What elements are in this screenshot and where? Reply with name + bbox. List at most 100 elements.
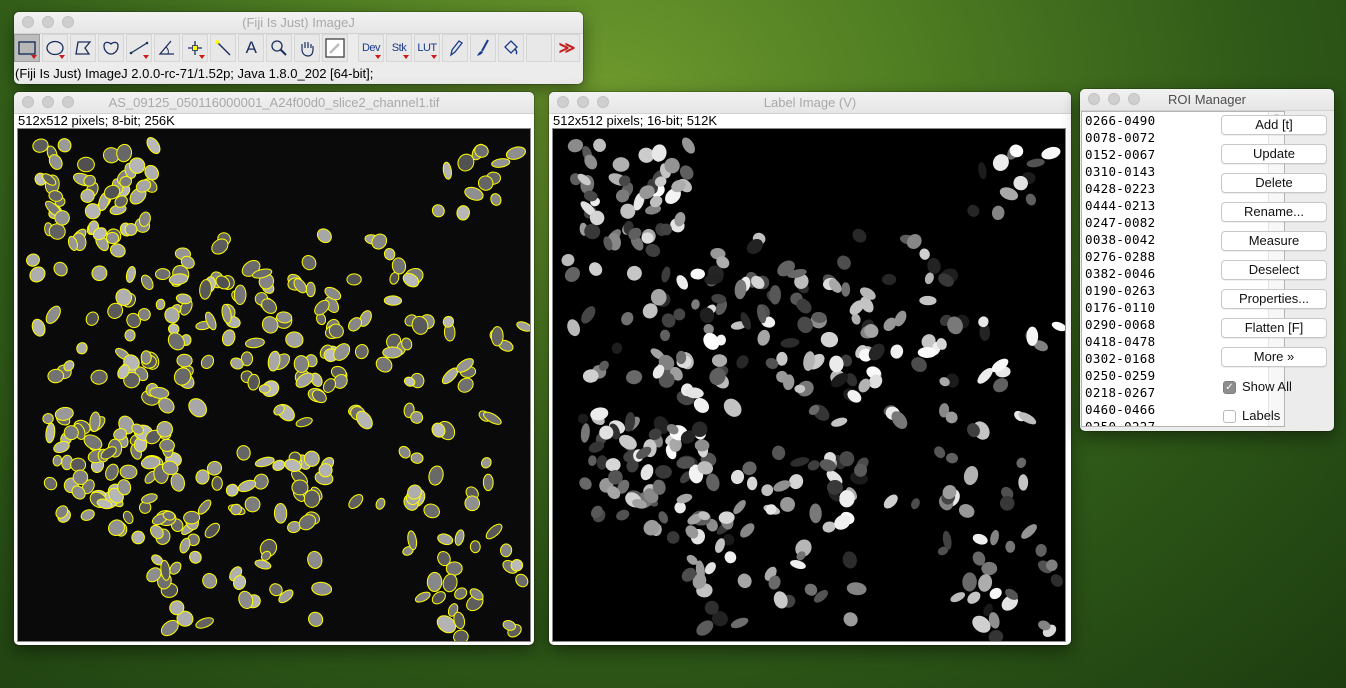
labels-checkbox[interactable]	[1223, 410, 1236, 423]
flatten-button[interactable]: Flatten [F]	[1221, 318, 1327, 338]
pencil-tool[interactable]	[442, 34, 468, 62]
roi-outline[interactable]	[414, 590, 432, 604]
angle-tool[interactable]	[154, 34, 180, 62]
brush-tool[interactable]	[470, 34, 496, 62]
flood-fill-tool[interactable]	[498, 34, 524, 62]
freehand-tool[interactable]	[98, 34, 124, 62]
show-all-label[interactable]: Show All	[1242, 379, 1292, 394]
roi-outline[interactable]	[456, 205, 470, 221]
roi-outline[interactable]	[455, 375, 476, 395]
measure-button[interactable]: Measure	[1221, 231, 1327, 251]
roi-outline[interactable]	[454, 529, 466, 546]
roi-outline[interactable]	[196, 498, 213, 516]
show-all-checkbox[interactable]: ✓	[1223, 381, 1236, 394]
stacks-menu[interactable]: Stk	[386, 34, 412, 62]
roi-outline[interactable]	[203, 521, 223, 541]
roi-outline[interactable]	[291, 479, 309, 496]
roi-outline[interactable]	[75, 341, 88, 355]
roi-outline[interactable]	[25, 252, 42, 268]
roi-outline[interactable]	[484, 522, 505, 542]
label-image[interactable]	[553, 129, 1065, 641]
roi-outline[interactable]	[30, 318, 47, 338]
roi-outline[interactable]	[90, 369, 108, 385]
roi-outline[interactable]	[306, 609, 326, 629]
roi-outline[interactable]	[311, 581, 333, 596]
roi-outline[interactable]	[490, 326, 504, 347]
roi-outline[interactable]	[165, 330, 188, 353]
roi-outline[interactable]	[200, 571, 219, 590]
roi-outline[interactable]	[42, 413, 54, 425]
roi-outline[interactable]	[45, 422, 56, 444]
title-bar[interactable]: (Fiji Is Just) ImageJ	[14, 12, 583, 34]
roi-outline[interactable]	[469, 540, 481, 554]
roi-outline[interactable]	[155, 298, 166, 311]
roi-outline[interactable]	[79, 508, 96, 523]
roi-outline[interactable]	[426, 571, 443, 592]
roi-outline[interactable]	[169, 472, 186, 492]
roi-outline[interactable]	[122, 510, 135, 525]
roi-outline[interactable]	[199, 279, 213, 300]
roi-outline[interactable]	[194, 616, 214, 631]
deselect-button[interactable]: Deselect	[1221, 260, 1327, 280]
roi-outline[interactable]	[383, 295, 403, 306]
roi-outline[interactable]	[47, 368, 65, 384]
roi-outline[interactable]	[422, 502, 442, 520]
roi-outline[interactable]	[382, 346, 403, 359]
rename-button[interactable]: Rename...	[1221, 202, 1327, 222]
roi-outline[interactable]	[140, 492, 158, 505]
roi-outline[interactable]	[42, 475, 59, 492]
roi-outline[interactable]	[254, 455, 275, 468]
roi-outline[interactable]	[442, 573, 459, 593]
add-button[interactable]: Add [t]	[1221, 115, 1327, 135]
roi-outline[interactable]	[482, 473, 494, 492]
polygon-tool[interactable]	[70, 34, 96, 62]
oval-tool[interactable]	[42, 34, 68, 62]
magnifier-tool[interactable]	[266, 34, 292, 62]
roi-outline[interactable]	[515, 320, 530, 333]
roi-outline[interactable]	[427, 465, 445, 487]
roi-outline[interactable]	[513, 572, 530, 589]
roi-outline[interactable]	[199, 353, 216, 371]
roi-outline[interactable]	[306, 550, 323, 569]
roi-outline[interactable]	[159, 438, 175, 452]
roi-outline[interactable]	[176, 353, 193, 368]
roi-outline[interactable]	[452, 629, 469, 641]
roi-outline[interactable]	[383, 247, 396, 261]
roi-outline[interactable]	[144, 135, 162, 156]
line-tool[interactable]	[126, 34, 152, 62]
roi-outline[interactable]	[273, 503, 288, 524]
image-canvas[interactable]	[552, 128, 1066, 642]
roi-outline[interactable]	[70, 457, 87, 472]
image-canvas[interactable]	[17, 128, 531, 642]
roi-outline[interactable]	[51, 260, 70, 279]
roi-outline[interactable]	[315, 226, 335, 245]
lut-menu[interactable]: LUT	[414, 34, 440, 62]
microscopy-image-with-roi-overlay[interactable]	[18, 129, 530, 641]
roi-outline[interactable]	[374, 497, 386, 511]
roi-outline[interactable]	[500, 543, 513, 558]
wand-tool[interactable]	[210, 34, 236, 62]
roi-outline[interactable]	[442, 161, 453, 180]
roi-outline[interactable]	[305, 281, 316, 298]
roi-outline[interactable]	[505, 145, 527, 162]
roi-outline[interactable]	[354, 343, 369, 360]
roi-outline[interactable]	[245, 337, 265, 349]
roi-outline[interactable]	[77, 156, 95, 173]
dev-menu[interactable]: Dev	[358, 34, 384, 62]
hand-tool[interactable]	[294, 34, 320, 62]
roi-outline[interactable]	[285, 331, 304, 349]
roi-outline[interactable]	[103, 462, 120, 482]
roi-outline[interactable]	[211, 476, 223, 491]
roi-outline[interactable]	[27, 264, 48, 285]
properties-button[interactable]: Properties...	[1221, 289, 1327, 309]
roi-outline[interactable]	[119, 464, 138, 480]
roi-outline[interactable]	[175, 293, 192, 305]
color-picker-tool[interactable]	[322, 34, 348, 62]
roi-outline[interactable]	[52, 454, 63, 467]
roi-outline[interactable]	[464, 495, 481, 512]
title-bar[interactable]: Label Image (V)	[549, 92, 1071, 114]
point-tool[interactable]	[182, 34, 208, 62]
roi-outline[interactable]	[233, 284, 247, 305]
roi-outline[interactable]	[140, 350, 152, 365]
roi-outline[interactable]	[124, 329, 136, 342]
